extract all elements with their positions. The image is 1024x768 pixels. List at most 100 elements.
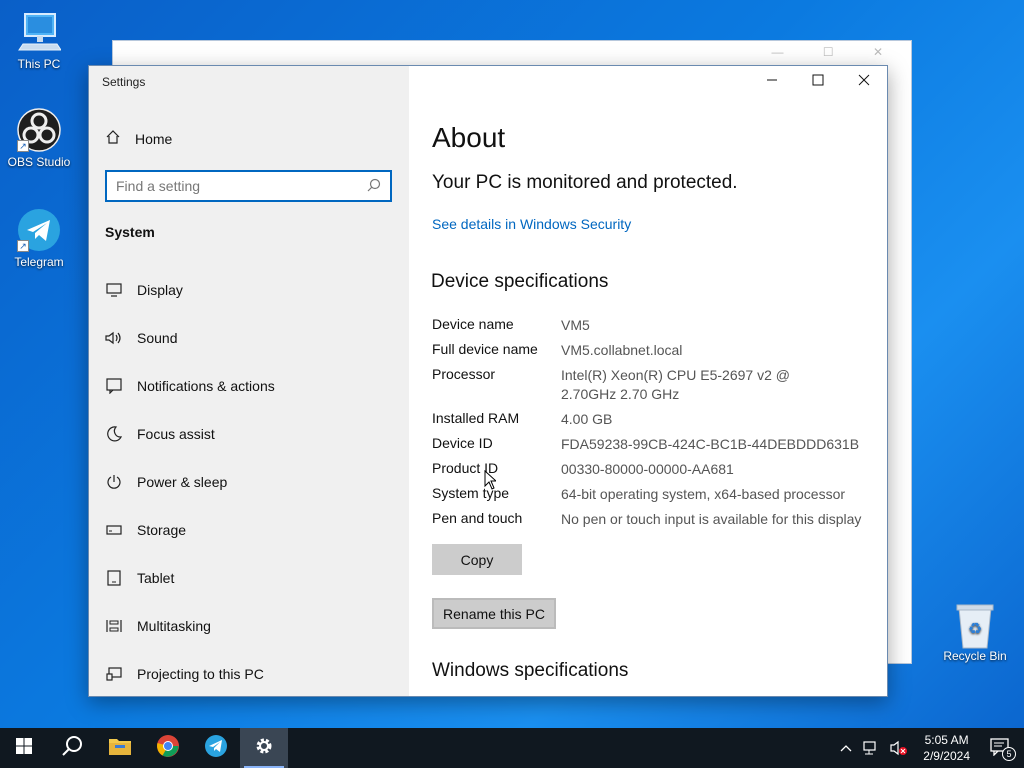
telegram-icon: ↗ xyxy=(17,208,61,252)
taskbar-settings[interactable] xyxy=(240,728,288,768)
sidebar-item-projecting[interactable]: Projecting to this PC xyxy=(89,650,409,696)
desktop-icon-recycle-bin[interactable]: ♻ Recycle Bin xyxy=(936,602,1014,663)
projector-icon xyxy=(105,665,123,683)
spec-row: Device name VM5 xyxy=(432,316,871,335)
shortcut-arrow-icon: ↗ xyxy=(17,240,29,252)
taskbar-telegram[interactable] xyxy=(192,728,240,768)
recycle-bin-icon: ♻ xyxy=(953,602,997,649)
desktop-icon-label: Telegram xyxy=(14,255,64,269)
spec-value: 00330-80000-00000-AA681 xyxy=(561,461,734,477)
sidebar-item-label: Focus assist xyxy=(137,426,215,442)
sidebar-item-label: Power & sleep xyxy=(137,474,228,490)
device-specs-heading: Device specifications xyxy=(431,271,609,292)
spec-row: Device ID FDA59238-99CB-424C-BC1B-44DEBDD… xyxy=(432,435,871,454)
sidebar-item-label: Multitasking xyxy=(137,618,211,634)
sidebar-item-display[interactable]: Display xyxy=(89,266,409,314)
sidebar-item-tablet[interactable]: Tablet xyxy=(89,554,409,602)
notification-count-badge: 5 xyxy=(1002,746,1016,761)
minimize-button[interactable] xyxy=(749,66,795,98)
window-controls xyxy=(749,66,887,98)
desktop-icon-telegram[interactable]: ↗ Telegram xyxy=(0,208,78,269)
spec-value: FDA59238-99CB-424C-BC1B-44DEBDDD631B xyxy=(561,436,860,452)
spec-key: Pen and touch xyxy=(432,510,523,526)
windows-specs-heading: Windows specifications xyxy=(432,660,629,681)
desktop-icon-label: OBS Studio xyxy=(7,155,71,169)
page-title: About xyxy=(432,122,506,153)
spec-key: Device ID xyxy=(432,435,493,451)
sidebar-item-notifications[interactable]: Notifications & actions xyxy=(89,362,409,410)
start-button[interactable] xyxy=(0,728,48,768)
sidebar-item-storage[interactable]: Storage xyxy=(89,506,409,554)
power-icon xyxy=(105,473,123,491)
taskbar-search-button[interactable] xyxy=(48,728,96,768)
home-icon xyxy=(105,129,121,148)
volume-muted-icon[interactable] xyxy=(885,740,913,756)
spec-row: Product ID 00330-80000-00000-AA681 xyxy=(432,460,871,479)
clock-date: 2/9/2024 xyxy=(923,749,970,763)
desktop-icon-obs-studio[interactable]: ↗ OBS Studio xyxy=(0,108,78,169)
taskbar-chrome[interactable] xyxy=(144,728,192,768)
desktop-icon-this-pc[interactable]: This PC xyxy=(0,10,78,71)
sidebar-item-sound[interactable]: Sound xyxy=(89,314,409,362)
spec-value: Intel(R) Xeon(R) CPU E5-2697 v2 @ 2.70GH… xyxy=(561,367,790,402)
storage-icon xyxy=(105,521,123,539)
spec-key: Product ID xyxy=(432,460,499,476)
spec-key: Installed RAM xyxy=(432,410,520,426)
sidebar-item-power-sleep[interactable]: Power & sleep xyxy=(89,458,409,506)
moon-icon xyxy=(105,425,123,443)
sidebar-item-label: Notifications & actions xyxy=(137,378,275,394)
security-details-link[interactable]: See details in Windows Security xyxy=(432,216,631,232)
spec-row: System type 64-bit operating system, x64-… xyxy=(432,485,871,504)
spec-row: Processor Intel(R) Xeon(R) CPU E5-2697 v2… xyxy=(432,366,871,404)
protection-status: Your PC is monitored and protected. xyxy=(432,172,738,193)
gear-icon xyxy=(253,735,275,762)
sidebar-nav-list: Display Sound Notifications & actions Fo… xyxy=(89,266,409,696)
search-input[interactable] xyxy=(116,178,367,194)
spec-key: System type xyxy=(432,485,510,501)
sidebar-item-label: Sound xyxy=(137,330,178,346)
multitasking-icon xyxy=(105,617,123,635)
system-tray: 5:05 AM 2/9/2024 5 xyxy=(835,728,1024,768)
spec-key: Full device name xyxy=(432,341,538,357)
search-field[interactable] xyxy=(105,170,392,202)
desktop-icon-label: Recycle Bin xyxy=(943,649,1007,663)
spec-value: 4.00 GB xyxy=(561,411,613,427)
search-icon xyxy=(367,178,381,195)
sidebar-item-multitasking[interactable]: Multitasking xyxy=(89,602,409,650)
obs-studio-icon: ↗ xyxy=(17,108,61,152)
sidebar-section-heading: System xyxy=(105,224,155,240)
folder-icon xyxy=(108,736,132,761)
windows-logo-icon xyxy=(16,737,32,759)
spec-value: No pen or touch input is available for t… xyxy=(561,511,862,527)
taskbar: 5:05 AM 2/9/2024 5 xyxy=(0,728,1024,768)
spec-row: Full device name VM5.collabnet.local xyxy=(432,341,871,360)
spec-value: VM5.collabnet.local xyxy=(561,342,683,358)
chevron-up-icon[interactable] xyxy=(835,744,857,752)
close-button[interactable] xyxy=(841,66,887,98)
spec-value: 64-bit operating system, x64-based proce… xyxy=(561,486,846,502)
taskbar-file-explorer[interactable] xyxy=(96,728,144,768)
settings-sidebar: Settings Home System Display Sound xyxy=(89,66,409,696)
tablet-icon xyxy=(105,569,123,587)
background-window-controls: — ☐ ✕ xyxy=(771,45,901,59)
maximize-button[interactable] xyxy=(795,66,841,98)
spec-row: Pen and touch No pen or touch input is av… xyxy=(432,510,871,529)
computer-icon xyxy=(17,10,62,54)
settings-content: About Your PC is monitored and protected… xyxy=(409,66,887,696)
copy-button[interactable]: Copy xyxy=(432,544,522,575)
notification-icon xyxy=(105,377,123,395)
network-icon[interactable] xyxy=(857,740,885,756)
action-center-button[interactable]: 5 xyxy=(980,737,1024,761)
sidebar-item-label: Tablet xyxy=(137,570,175,586)
search-icon xyxy=(61,735,83,762)
settings-window[interactable]: Settings Home System Display Sound xyxy=(88,65,888,697)
clock[interactable]: 5:05 AM 2/9/2024 xyxy=(913,732,980,764)
sidebar-item-home[interactable]: Home xyxy=(105,129,172,148)
sidebar-item-focus-assist[interactable]: Focus assist xyxy=(89,410,409,458)
sidebar-item-label: Storage xyxy=(137,522,187,538)
sidebar-item-label: Display xyxy=(137,282,183,298)
sidebar-item-label: Projecting to this PC xyxy=(137,666,264,682)
spec-value: VM5 xyxy=(561,317,590,333)
rename-pc-button[interactable]: Rename this PC xyxy=(432,598,556,629)
close-icon xyxy=(858,73,870,91)
